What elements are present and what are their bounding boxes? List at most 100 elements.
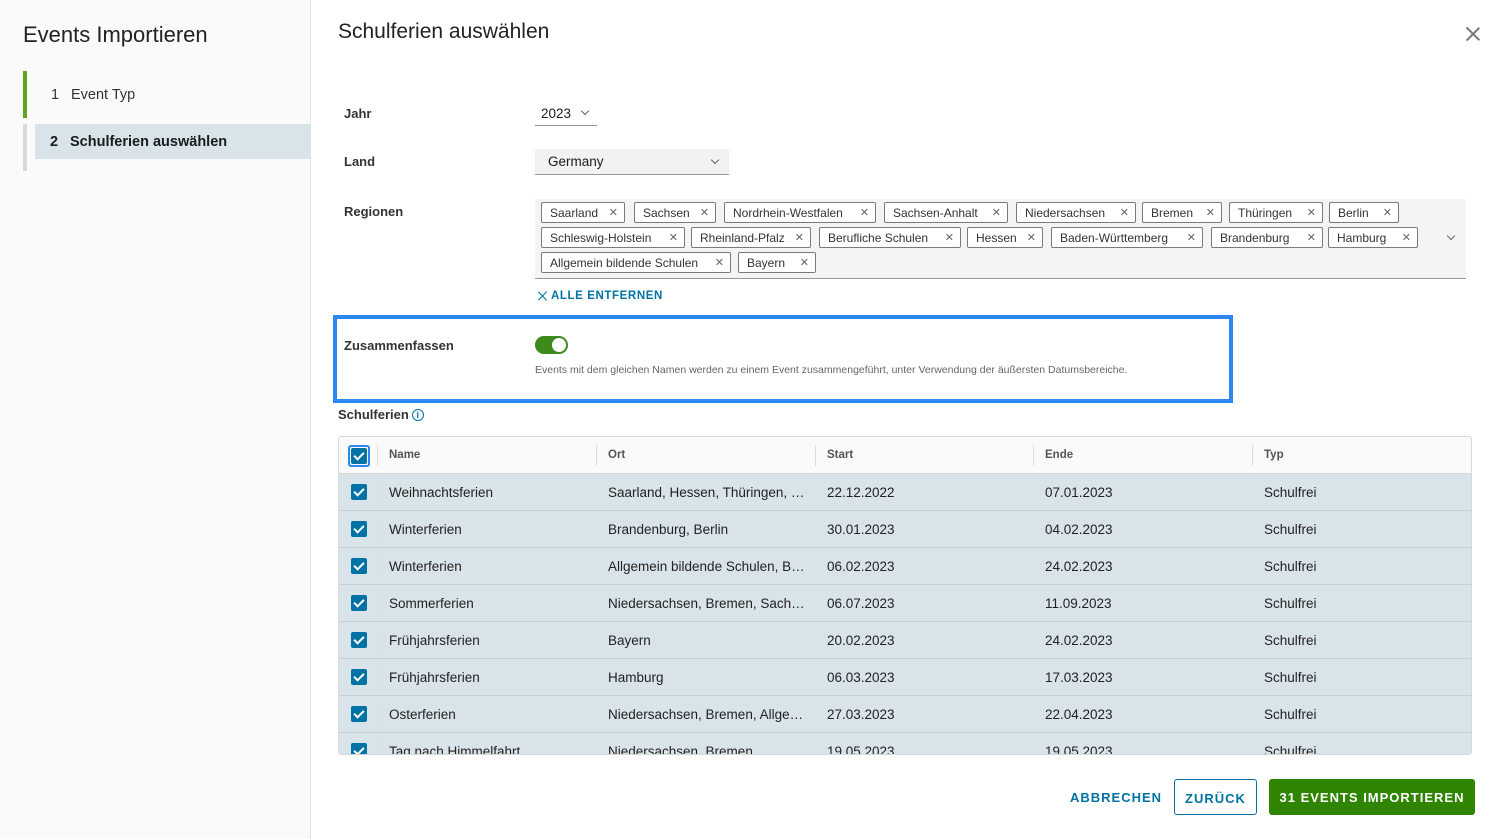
page-title: Schulferien auswählen [338,20,550,43]
remove-tag-icon[interactable]: ✕ [715,256,724,269]
cell-typ: Schulfrei [1264,633,1317,648]
remove-tag-icon[interactable]: ✕ [1307,231,1316,244]
cell-ort: Saarland, Hessen, Thüringen, Berlin, Bre… [608,485,806,500]
table-row[interactable]: Tag nach Himmelfahrt Niedersachsen, Brem… [339,733,1471,755]
remove-all-regions-button[interactable]: ALLE ENTFERNEN [538,290,663,302]
cell-ende: 17.03.2023 [1045,670,1113,685]
cell-name: Frühjahrsferien [389,670,480,685]
row-checkbox[interactable] [351,484,367,500]
remove-tag-icon[interactable]: ✕ [1383,206,1392,219]
close-icon[interactable] [1465,26,1481,42]
column-header-start[interactable]: Start [815,437,853,474]
cell-ort: Niedersachsen, Bremen [608,744,753,755]
regions-label: Regionen [344,204,404,219]
remove-tag-icon[interactable]: ✕ [1206,206,1215,219]
table-row[interactable]: Osterferien Niedersachsen, Bremen, Allge… [339,696,1471,733]
remove-tag-icon[interactable]: ✕ [992,206,1001,219]
column-header-typ[interactable]: Typ [1252,437,1284,474]
cell-ende: 22.04.2023 [1045,707,1113,722]
table-row[interactable]: Frühjahrsferien Hamburg 06.03.2023 17.03… [339,659,1471,696]
remove-tag-icon[interactable]: ✕ [1187,231,1196,244]
table-row[interactable]: Weihnachtsferien Saarland, Hessen, Thüri… [339,474,1471,511]
remove-tag-icon[interactable]: ✕ [800,256,809,269]
step-number: 1 [51,86,60,103]
wizard-sidebar: Events Importieren 1 Event Typ 2 Schulfe… [0,0,311,839]
remove-tag-icon[interactable]: ✕ [795,231,804,244]
row-checkbox[interactable] [351,632,367,648]
chevron-down-icon [710,155,720,165]
region-tag: Rheinland-Pfalz ✕ [691,227,811,248]
row-checkbox[interactable] [351,669,367,685]
remove-tag-icon[interactable]: ✕ [1027,231,1036,244]
cell-typ: Schulfrei [1264,522,1317,537]
region-tag: Baden-Württemberg ✕ [1051,227,1203,248]
column-header-name[interactable]: Name [377,437,420,474]
close-icon [538,291,548,301]
table-row[interactable]: Sommerferien Niedersachsen, Bremen, Sach… [339,585,1471,622]
region-tag: Bremen ✕ [1142,202,1222,223]
cell-ende: 11.09.2023 [1045,596,1112,611]
cell-start: 30.01.2023 [827,522,895,537]
region-tag: Hessen ✕ [967,227,1043,248]
cell-name: Winterferien [389,559,462,574]
import-events-button[interactable]: 31 EVENTS IMPORTIEREN [1269,779,1475,815]
remove-tag-icon[interactable]: ✕ [860,206,869,219]
remove-tag-icon[interactable]: ✕ [1307,206,1316,219]
cell-name: Frühjahrsferien [389,633,480,648]
remove-tag-icon[interactable]: ✕ [609,206,618,219]
chevron-down-icon[interactable] [1446,231,1456,241]
regions-multiselect[interactable]: Saarland ✕ Sachsen ✕ Nordrhein-Westfalen ✕ … [535,199,1466,279]
cell-start: 27.03.2023 [827,707,895,722]
table-row[interactable]: Winterferien Allgemein bildende Schulen,… [339,548,1471,585]
row-checkbox[interactable] [351,595,367,611]
select-all-checkbox[interactable] [351,448,367,464]
cell-start: 06.02.2023 [827,559,895,574]
step-event-typ[interactable]: 1 Event Typ [23,71,311,118]
column-header-ende[interactable]: Ende [1033,437,1073,474]
row-checkbox[interactable] [351,743,367,754]
year-value: 2023 [541,106,572,121]
remove-tag-icon[interactable]: ✕ [700,206,709,219]
merge-toggle[interactable] [535,336,568,354]
chevron-down-icon [580,106,590,116]
wizard-content: Schulferien auswählen Jahr 2023 Land Ger… [311,0,1499,839]
holidays-section-label: Schulferien i [338,407,424,422]
cell-typ: Schulfrei [1264,485,1317,500]
remove-tag-icon[interactable]: ✕ [945,231,954,244]
country-value: Germany [548,154,604,169]
region-tag: Brandenburg ✕ [1211,227,1323,248]
year-select[interactable]: 2023 [535,102,597,126]
year-label: Jahr [344,106,372,121]
remove-tag-icon[interactable]: ✕ [669,231,678,244]
cell-start: 06.03.2023 [827,670,895,685]
column-header-ort[interactable]: Ort [596,437,625,474]
cell-ort: Niedersachsen, Bremen, Sachsen-Anhalt [608,596,806,611]
region-tag: Berufliche Schulen ✕ [819,227,961,248]
cell-name: Osterferien [389,707,456,722]
cell-typ: Schulfrei [1264,744,1317,755]
step-schulferien-auswaehlen[interactable]: 2 Schulferien auswählen [35,124,311,159]
remove-tag-icon[interactable]: ✕ [1402,231,1411,244]
country-select[interactable]: Germany [535,149,729,175]
merge-highlight-frame [333,315,1233,403]
cell-ort: Bayern [608,633,651,648]
region-tag: Bayern ✕ [738,252,816,273]
back-button[interactable]: ZURÜCK [1174,779,1257,815]
region-tag: Niedersachsen ✕ [1016,202,1136,223]
step-number: 2 [50,133,59,150]
wizard-steps: 1 Event Typ 2 Schulferien auswählen [23,71,311,171]
row-checkbox[interactable] [351,558,367,574]
remove-tag-icon[interactable]: ✕ [1120,206,1129,219]
row-checkbox[interactable] [351,706,367,722]
merge-help-text: Events mit dem gleichen Namen werden zu … [535,364,1128,376]
cell-ort: Allgemein bildende Schulen, Berufliche S… [608,559,806,574]
table-row[interactable]: Winterferien Brandenburg, Berlin 30.01.2… [339,511,1471,548]
table-header: Name Ort Start Ende Typ [339,437,1471,474]
cancel-button[interactable]: ABBRECHEN [1060,779,1172,815]
cell-ende: 19.05.2023 [1045,744,1113,755]
cell-ort: Brandenburg, Berlin [608,522,729,537]
table-row[interactable]: Frühjahrsferien Bayern 20.02.2023 24.02.… [339,622,1471,659]
row-checkbox[interactable] [351,521,367,537]
info-icon[interactable]: i [411,408,424,421]
cell-name: Sommerferien [389,596,474,611]
